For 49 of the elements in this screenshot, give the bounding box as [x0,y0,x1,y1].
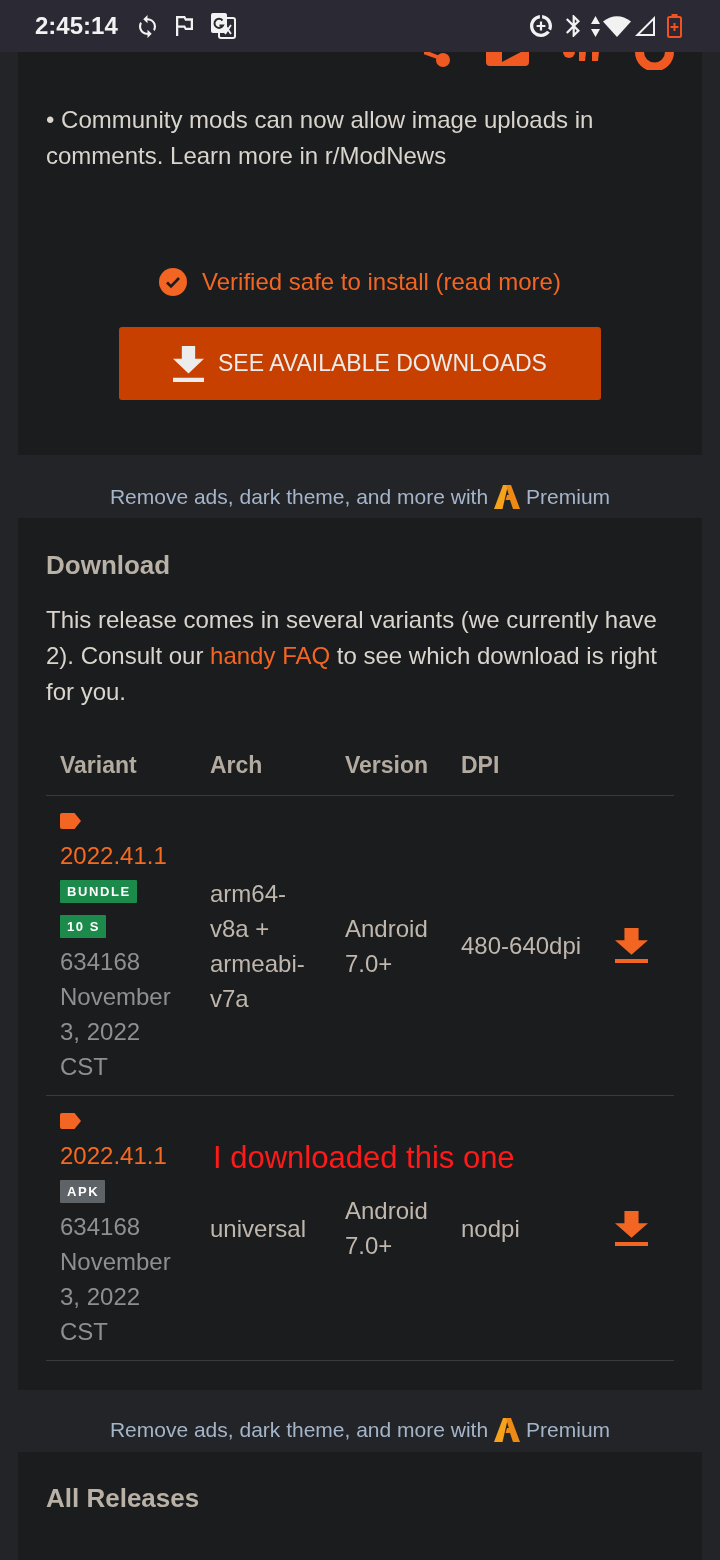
flag-icon [175,16,193,36]
android-version-text: Android 7.0+ [345,914,428,977]
dpi-text: 480-640dpi [461,932,582,959]
release-date: November 3, 2022 CST [60,982,172,1082]
logo-icon [494,485,521,509]
architecture-text: arm64-v8a + armeabi-v7a [210,879,305,1012]
column-header: Variant [60,751,137,778]
intro-text: This release comes in several variants (we currently have 2). Consult our handy FAQ to see which download is right for you. [46,605,658,707]
version-link[interactable]: 2022.41.1 [60,838,167,873]
dpi-text: nodpi [461,1214,520,1242]
bluetooth-icon [566,15,580,37]
wifi-icon [603,15,631,37]
faq-link[interactable]: handy FAQ [210,642,331,669]
variant-badge: 10 S [60,915,107,938]
check-circle-icon [159,268,188,296]
rss-icon [563,52,599,62]
android-version-text: Android 7.0+ [345,1197,428,1259]
translate-icon [210,13,236,39]
download-icon[interactable] [615,1210,648,1246]
section-title: Download [46,549,172,582]
download-icon [173,345,205,382]
logo-icon [494,1418,521,1442]
column-header: Arch [210,751,263,778]
variant-badge: APK [60,1180,106,1203]
variant-badge: BUNDLE [60,880,137,903]
version-link[interactable]: 2022.41.1 [60,1138,167,1173]
clock-time: 2:45:14 [35,12,118,40]
column-header: Version [345,751,429,778]
tag-icon [60,1113,81,1129]
section-title: All Releases [46,1482,201,1515]
build-number: 634168 [60,947,141,977]
verified-safe-link[interactable]: Verified safe to install (read more) [202,264,561,300]
column-header: DPI [461,751,500,778]
download-icon[interactable] [615,928,648,963]
architecture-text: universal [210,1214,307,1242]
build-number: 634168 [60,1212,141,1242]
tag-icon [60,813,81,829]
premium-link[interactable]: Remove ads, dark theme, and more with Premium [109,485,611,509]
announcement-text: • Community mods can now allow image uploads in comments. Learn more in r/ModNews [46,105,595,171]
see-downloads-button[interactable]: SEE AVAILABLE DOWNLOADS [119,327,601,400]
release-date: November 3, 2022 CST [60,1247,172,1347]
annotation-text: I downloaded this one [213,1140,515,1176]
sync-icon [138,14,156,38]
premium-link[interactable]: Remove ads, dark theme, and more with Premium [109,1418,611,1442]
data-arrows-icon [591,15,600,37]
data-saver-icon [530,15,552,37]
signal-icon [635,16,655,36]
battery-icon [667,14,682,38]
video-icon [486,52,529,66]
